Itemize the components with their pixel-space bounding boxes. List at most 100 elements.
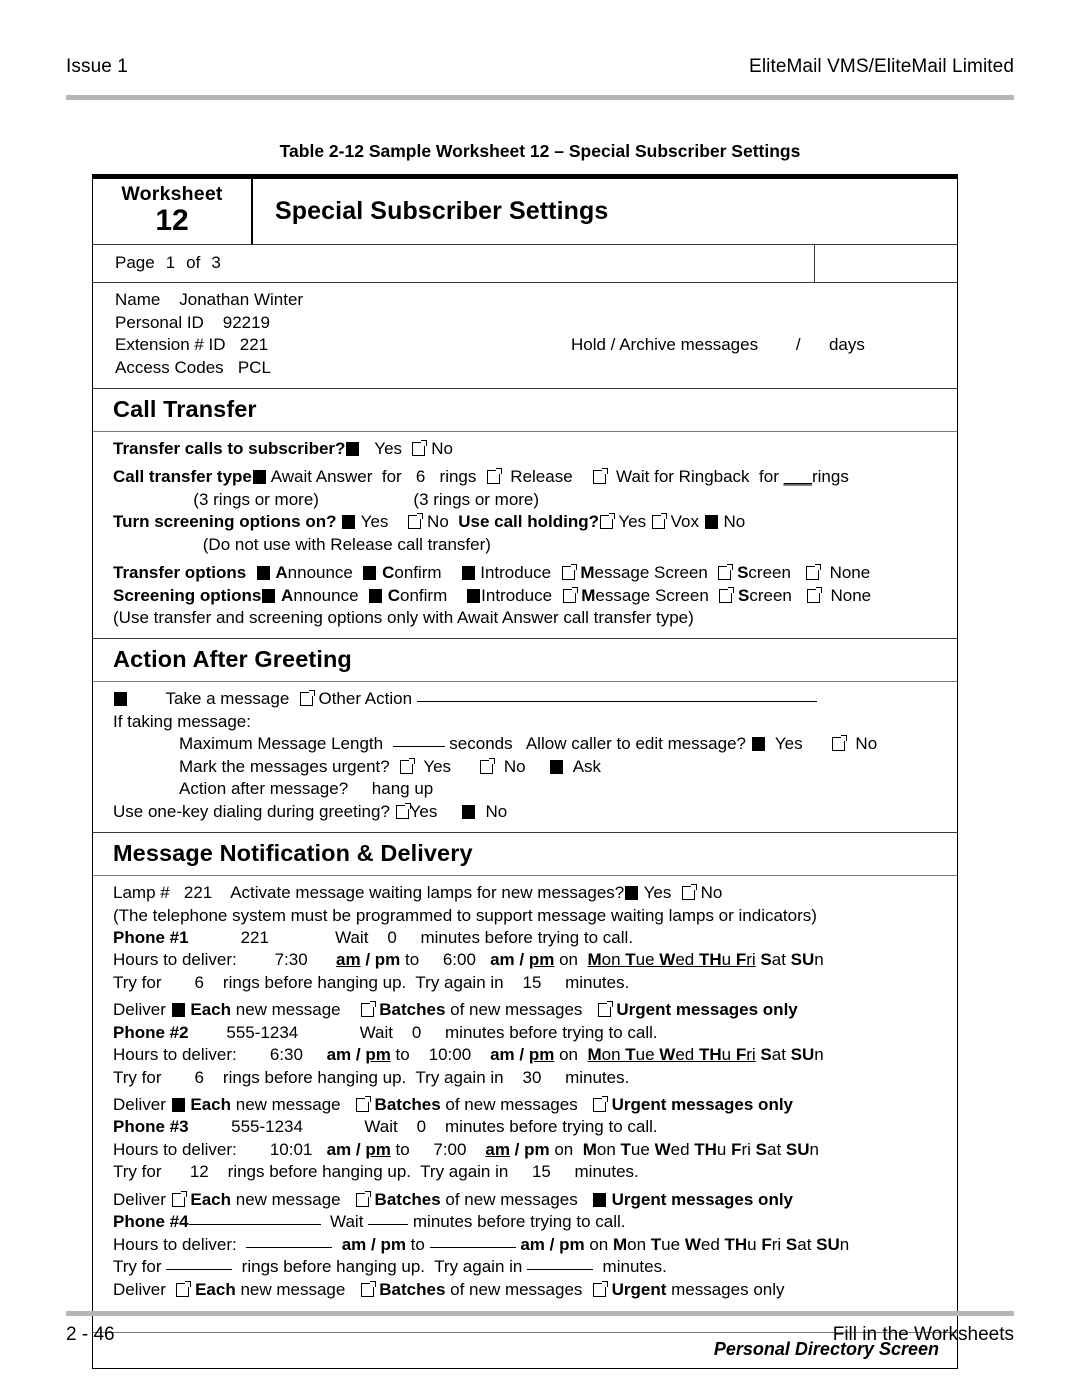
- checkbox-allow-edit-yes[interactable]: [751, 737, 765, 752]
- phone-4-end-am[interactable]: am: [520, 1235, 545, 1254]
- phone-2-days-unselected[interactable]: Sat SUn: [760, 1045, 823, 1064]
- phone-3-try-again[interactable]: 15: [532, 1162, 551, 1181]
- screening-message-screen-label: Message Screen: [581, 585, 709, 605]
- checkbox-release[interactable]: [486, 468, 502, 485]
- phone-1-end-time[interactable]: 6:00: [443, 950, 476, 969]
- ringback-rings-blank[interactable]: ___: [784, 467, 812, 486]
- phone-4-start-time-input[interactable]: [246, 1246, 333, 1248]
- checkbox-screening-none[interactable]: [807, 586, 823, 603]
- checkbox-other-action[interactable]: [299, 690, 315, 707]
- phone-4-start-pm[interactable]: pm: [380, 1235, 406, 1254]
- phone-1-days-selected[interactable]: Mon Tue Wed THu Fri: [587, 950, 755, 969]
- checkbox-call-holding-yes[interactable]: [599, 513, 615, 530]
- checkbox-one-key-no[interactable]: [462, 804, 475, 819]
- checkbox-screening-on-no[interactable]: [408, 513, 424, 530]
- checkbox-transfer-announce[interactable]: [256, 566, 270, 581]
- checkbox-transfer-message-screen[interactable]: [561, 564, 577, 581]
- checkbox-call-holding-no[interactable]: [704, 515, 718, 530]
- phone-3-deliver-label: Deliver: [113, 1189, 166, 1209]
- phone-1-try-for-label: Try for: [113, 972, 162, 992]
- checkbox-transfer-calls-no[interactable]: [412, 439, 428, 456]
- phone-1-days-unselected[interactable]: Sat SUn: [760, 950, 823, 969]
- checkbox-screening-screen[interactable]: [719, 586, 735, 603]
- checkbox-phone-3-urgent[interactable]: [592, 1192, 606, 1207]
- checkbox-phone-4-urgent[interactable]: [592, 1280, 608, 1297]
- phone-4-wait-input[interactable]: [368, 1224, 409, 1226]
- phone-2-number[interactable]: 555-1234: [226, 1023, 298, 1042]
- screening-on-row: Turn screening options on? Yes No Use ca…: [113, 511, 957, 533]
- phone-4-start-am[interactable]: am: [342, 1235, 367, 1254]
- phone-4-days[interactable]: Mon Tue Wed THu Fri Sat SUn: [613, 1235, 849, 1254]
- phone-2-start-pm[interactable]: pm: [365, 1045, 391, 1064]
- checkbox-screening-announce[interactable]: [262, 588, 276, 603]
- phone-3-end-time[interactable]: 7:00: [433, 1140, 466, 1159]
- checkbox-activate-lamps-no[interactable]: [681, 884, 697, 901]
- phone-1-end-am[interactable]: am: [490, 950, 515, 969]
- checkbox-screening-confirm[interactable]: [369, 588, 382, 603]
- checkbox-await-answer[interactable]: [252, 470, 266, 485]
- checkbox-activate-lamps-yes[interactable]: [625, 886, 639, 901]
- checkbox-take-a-message[interactable]: [114, 692, 127, 707]
- checkbox-screening-introduce[interactable]: [467, 588, 481, 603]
- phone-2-end-pm[interactable]: pm: [529, 1045, 555, 1064]
- checkbox-one-key-yes[interactable]: [395, 802, 411, 819]
- phone-2-minutes-label: minutes.: [565, 1067, 630, 1087]
- checkbox-phone-3-each[interactable]: [171, 1190, 187, 1207]
- checkbox-phone-4-batches[interactable]: [360, 1280, 376, 1297]
- phone-4-try-rings-input[interactable]: [166, 1269, 233, 1271]
- phone-3-start-pm[interactable]: pm: [365, 1140, 391, 1159]
- phone-3-wait-value[interactable]: 0: [417, 1117, 426, 1136]
- phone-4-try-again-input[interactable]: [527, 1269, 594, 1271]
- checkbox-phone-2-urgent[interactable]: [592, 1096, 608, 1113]
- phone-4-end-time-input[interactable]: [429, 1246, 516, 1248]
- phone-1-wait-value[interactable]: 0: [387, 928, 396, 947]
- phone-2-days-selected[interactable]: Mon Tue Wed THu Fri: [587, 1045, 755, 1064]
- phone-2-start-am[interactable]: am: [327, 1045, 352, 1064]
- checkbox-screening-message-screen[interactable]: [562, 586, 578, 603]
- phone-2-start-time[interactable]: 6:30: [270, 1045, 303, 1064]
- phone-2-end-time[interactable]: 10:00: [429, 1045, 472, 1064]
- checkbox-screening-on-yes[interactable]: [342, 515, 356, 530]
- checkbox-transfer-calls-yes[interactable]: [346, 441, 360, 456]
- checkbox-phone-1-each[interactable]: [171, 1003, 185, 1018]
- checkbox-transfer-none[interactable]: [806, 564, 822, 581]
- checkbox-allow-edit-no[interactable]: [831, 735, 847, 752]
- phone-1-end-pm[interactable]: pm: [529, 950, 555, 969]
- checkbox-mark-urgent-yes[interactable]: [400, 757, 416, 774]
- checkbox-mark-urgent-ask[interactable]: [550, 759, 564, 774]
- phone-3-try-rings[interactable]: 12: [190, 1162, 209, 1181]
- phone-4-number-input[interactable]: [188, 1224, 321, 1226]
- phone-2-try-again[interactable]: 30: [523, 1068, 542, 1087]
- checkbox-phone-1-batches[interactable]: [360, 1001, 376, 1018]
- checkbox-phone-2-batches[interactable]: [355, 1096, 371, 1113]
- phone-1-start-time[interactable]: 7:30: [275, 950, 308, 969]
- phone-3-end-pm[interactable]: pm: [524, 1140, 550, 1159]
- checkbox-transfer-screen[interactable]: [718, 564, 734, 581]
- phone-1-try-rings[interactable]: 6: [195, 973, 204, 992]
- phone-4-end-pm[interactable]: pm: [559, 1235, 585, 1254]
- phone-3-start-time[interactable]: 10:01: [270, 1140, 313, 1159]
- phone-1-start-am[interactable]: am: [336, 950, 361, 969]
- max-length-input[interactable]: [392, 746, 445, 748]
- checkbox-phone-1-urgent[interactable]: [597, 1001, 613, 1018]
- checkbox-transfer-confirm[interactable]: [363, 566, 377, 581]
- phone-2-end-am[interactable]: am: [490, 1045, 515, 1064]
- phone-1-try-again[interactable]: 15: [523, 973, 542, 992]
- phone-3-end-am[interactable]: am: [485, 1140, 510, 1159]
- checkbox-transfer-introduce[interactable]: [461, 566, 475, 581]
- checkbox-call-holding-vox[interactable]: [651, 513, 667, 530]
- other-action-input[interactable]: [416, 701, 817, 703]
- phone-1-start-pm[interactable]: pm: [375, 950, 401, 969]
- checkbox-mark-urgent-no[interactable]: [480, 757, 496, 774]
- phone-1-number[interactable]: 221: [241, 928, 269, 947]
- checkbox-phone-3-batches[interactable]: [355, 1190, 371, 1207]
- name-value: Jonathan Winter: [179, 289, 304, 309]
- phone-2-wait-value[interactable]: 0: [412, 1023, 421, 1042]
- checkbox-phone-2-each[interactable]: [171, 1098, 185, 1113]
- checkbox-phone-4-each[interactable]: [176, 1280, 192, 1297]
- phone-3-number[interactable]: 555-1234: [231, 1117, 303, 1136]
- phone-3-days[interactable]: Mon Tue Wed THu Fri Sat SUn: [583, 1140, 819, 1159]
- phone-3-start-am[interactable]: am: [327, 1140, 352, 1159]
- checkbox-wait-for-ringback[interactable]: [592, 468, 608, 485]
- phone-2-try-rings[interactable]: 6: [195, 1068, 204, 1087]
